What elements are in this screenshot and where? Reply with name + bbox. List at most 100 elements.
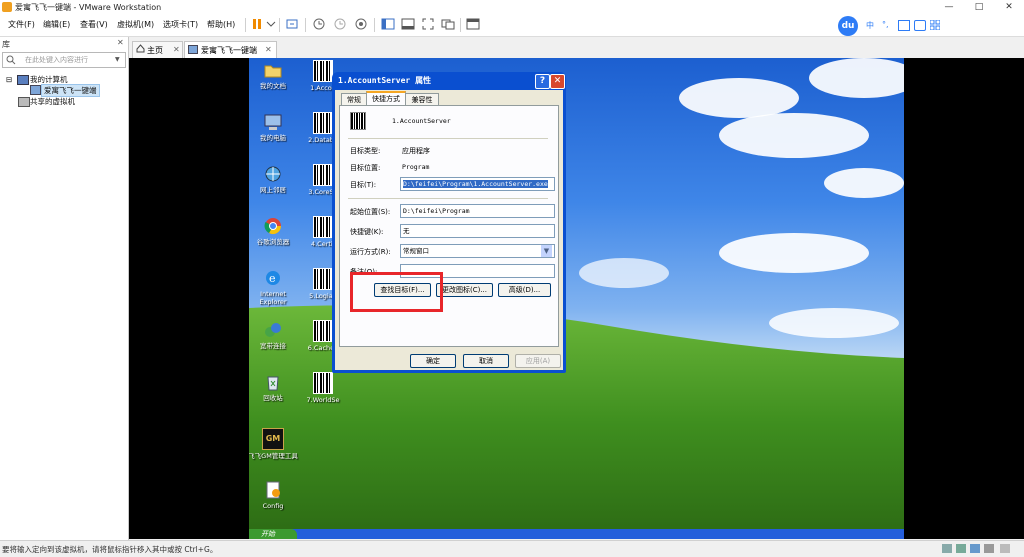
toolbar-separator xyxy=(245,18,246,32)
cancel-button[interactable]: 取消 xyxy=(463,354,509,368)
tree-collapse-icon[interactable]: ⊟ xyxy=(6,75,12,84)
desktop-icon-server-7[interactable]: 7.WorldSe xyxy=(297,372,349,404)
menu-help[interactable]: 帮助(H) xyxy=(207,19,235,30)
minimize-button[interactable]: — xyxy=(934,0,964,14)
tree-shared-vms[interactable]: 共享的虚拟机 xyxy=(30,96,75,107)
broadband-icon xyxy=(263,320,283,340)
network-icon xyxy=(263,164,283,184)
desktop-icon-chrome[interactable]: 谷歌浏览器 xyxy=(249,216,299,246)
menu-edit[interactable]: 编辑(E) xyxy=(43,19,70,30)
dialog-close-button[interactable]: ✕ xyxy=(550,74,565,89)
desktop-icon-my-computer[interactable]: 我的电脑 xyxy=(249,112,299,142)
ime-menu-icon[interactable] xyxy=(929,19,941,32)
library-view-icon[interactable] xyxy=(381,17,395,31)
help-button[interactable]: ? xyxy=(535,74,550,89)
target-input[interactable]: D:\feifei\Program\1.AccountServer.exe xyxy=(400,177,555,191)
close-button[interactable]: ✕ xyxy=(994,0,1024,14)
ime-punctuation-toggle[interactable]: °, xyxy=(882,20,889,29)
separator xyxy=(348,138,548,139)
vm-icon xyxy=(30,85,41,95)
status-bar: 要将输入定向到该虚拟机，请将鼠标指针移入其中或按 Ctrl+G。 xyxy=(0,540,1024,557)
separator xyxy=(348,198,548,199)
chevron-down-icon[interactable]: ▼ xyxy=(541,245,552,257)
tab-vm[interactable]: 爱寓飞飞一键端 ✕ xyxy=(184,41,277,58)
fullscreen-icon[interactable] xyxy=(421,17,435,31)
ok-button[interactable]: 确定 xyxy=(410,354,456,368)
desktop-icon-config[interactable]: Config xyxy=(249,480,299,510)
network-adapter-icon[interactable] xyxy=(956,544,966,553)
tab-home-close-icon[interactable]: ✕ xyxy=(173,45,180,54)
toolbar-separator xyxy=(374,18,375,32)
title-bar: 爱寓飞飞一键端 - VMware Workstation — □ ✕ xyxy=(0,0,1024,14)
target-location-value: Program xyxy=(402,163,430,171)
shortcut-key-input[interactable]: 无 xyxy=(400,224,555,238)
console-view-icon[interactable] xyxy=(466,17,480,31)
snapshot-manager-icon[interactable] xyxy=(354,17,368,31)
apply-button[interactable]: 应用(A) xyxy=(515,354,561,368)
tab-home[interactable]: 主页 ✕ xyxy=(132,41,183,58)
barcode-shortcut-icon xyxy=(313,164,333,186)
pause-icon[interactable] xyxy=(250,17,264,31)
usb-icon[interactable] xyxy=(970,544,980,553)
library-search-input[interactable]: 在此处键入内容进行 ▼ xyxy=(2,52,126,68)
desktop-icon-gm-tool[interactable]: GM 飞飞GM管理工具 xyxy=(249,428,299,460)
thumbnail-bar-icon[interactable] xyxy=(401,17,415,31)
menu-view[interactable]: 查看(V) xyxy=(80,19,108,30)
desktop-icon-network[interactable]: 网上邻居 xyxy=(249,164,299,194)
unity-icon[interactable] xyxy=(441,17,455,31)
shortcut-key-label: 快捷键(K): xyxy=(350,228,384,236)
dropdown-icon[interactable] xyxy=(264,17,278,31)
vmware-app-icon xyxy=(2,2,12,12)
search-icon xyxy=(6,55,16,67)
config-file-icon xyxy=(263,480,283,500)
computer-icon xyxy=(17,75,29,85)
start-in-input[interactable]: D:\feifei\Program xyxy=(400,204,555,218)
target-location-label: 目标位置: xyxy=(350,164,381,172)
desktop-icon-my-documents[interactable]: 我的文档 xyxy=(249,60,299,90)
target-type-label: 目标类型: xyxy=(350,147,381,155)
snapshot-icon[interactable] xyxy=(312,17,326,31)
send-keys-icon[interactable] xyxy=(285,17,299,31)
run-select-value: 常规窗口 xyxy=(403,247,429,255)
barcode-shortcut-icon xyxy=(313,372,333,394)
run-label: 运行方式(R): xyxy=(350,248,391,256)
desktop-icon-ie[interactable]: e Internet Explorer xyxy=(249,268,299,306)
target-label: 目标(T): xyxy=(350,181,377,189)
home-icon xyxy=(136,44,145,55)
library-close-icon[interactable]: ✕ xyxy=(117,38,124,47)
ime-keyboard-icon[interactable] xyxy=(914,20,926,31)
barcode-shortcut-icon xyxy=(313,216,333,238)
status-text: 要将输入定向到该虚拟机，请将鼠标指针移入其中或按 Ctrl+G。 xyxy=(2,545,218,554)
toolbar-separator xyxy=(279,18,280,32)
advanced-button[interactable]: 高级(D)... xyxy=(498,283,551,297)
maximize-button[interactable]: □ xyxy=(964,0,994,14)
tab-vm-close-icon[interactable]: ✕ xyxy=(265,45,272,54)
search-dropdown-icon[interactable]: ▼ xyxy=(115,56,120,63)
start-button[interactable]: 开始 xyxy=(249,529,297,539)
revert-snapshot-icon[interactable] xyxy=(333,17,347,31)
ime-chinese-toggle[interactable]: 中 xyxy=(866,20,874,31)
target-input-value: D:\feifei\Program\1.AccountServer.exe xyxy=(403,180,548,188)
sound-icon[interactable] xyxy=(984,544,994,553)
properties-dialog: 1.AccountServer 属性 ? ✕ 常规 快捷方式 兼容性 1.Acc… xyxy=(332,72,566,373)
internet-explorer-icon: e xyxy=(263,268,283,288)
dialog-title: 1.AccountServer 属性 xyxy=(338,76,432,85)
menu-file[interactable]: 文件(F) xyxy=(8,19,35,30)
start-in-label: 起始位置(S): xyxy=(350,208,391,216)
menu-tabs[interactable]: 选项卡(T) xyxy=(163,19,198,30)
desktop-icon-recycle-bin[interactable]: 回收站 xyxy=(249,372,299,402)
desktop-icon-broadband[interactable]: 宽带连接 xyxy=(249,320,299,350)
folder-icon xyxy=(263,60,283,80)
change-icon-button[interactable]: 更改图标(C)... xyxy=(436,283,493,297)
baidu-ime-logo[interactable]: du xyxy=(838,16,858,36)
vm-tab-icon xyxy=(188,45,198,54)
run-select[interactable]: 常规窗口 ▼ xyxy=(400,244,555,258)
menu-vm[interactable]: 虚拟机(M) xyxy=(117,19,154,30)
display-icon[interactable] xyxy=(1000,544,1010,553)
barcode-shortcut-icon xyxy=(313,320,333,342)
recycle-bin-icon xyxy=(263,372,283,392)
app-name: 1.AccountServer xyxy=(392,117,451,125)
hdd-icon[interactable] xyxy=(942,544,952,553)
ime-skin-icon[interactable] xyxy=(898,20,910,31)
computer-icon xyxy=(263,112,283,132)
